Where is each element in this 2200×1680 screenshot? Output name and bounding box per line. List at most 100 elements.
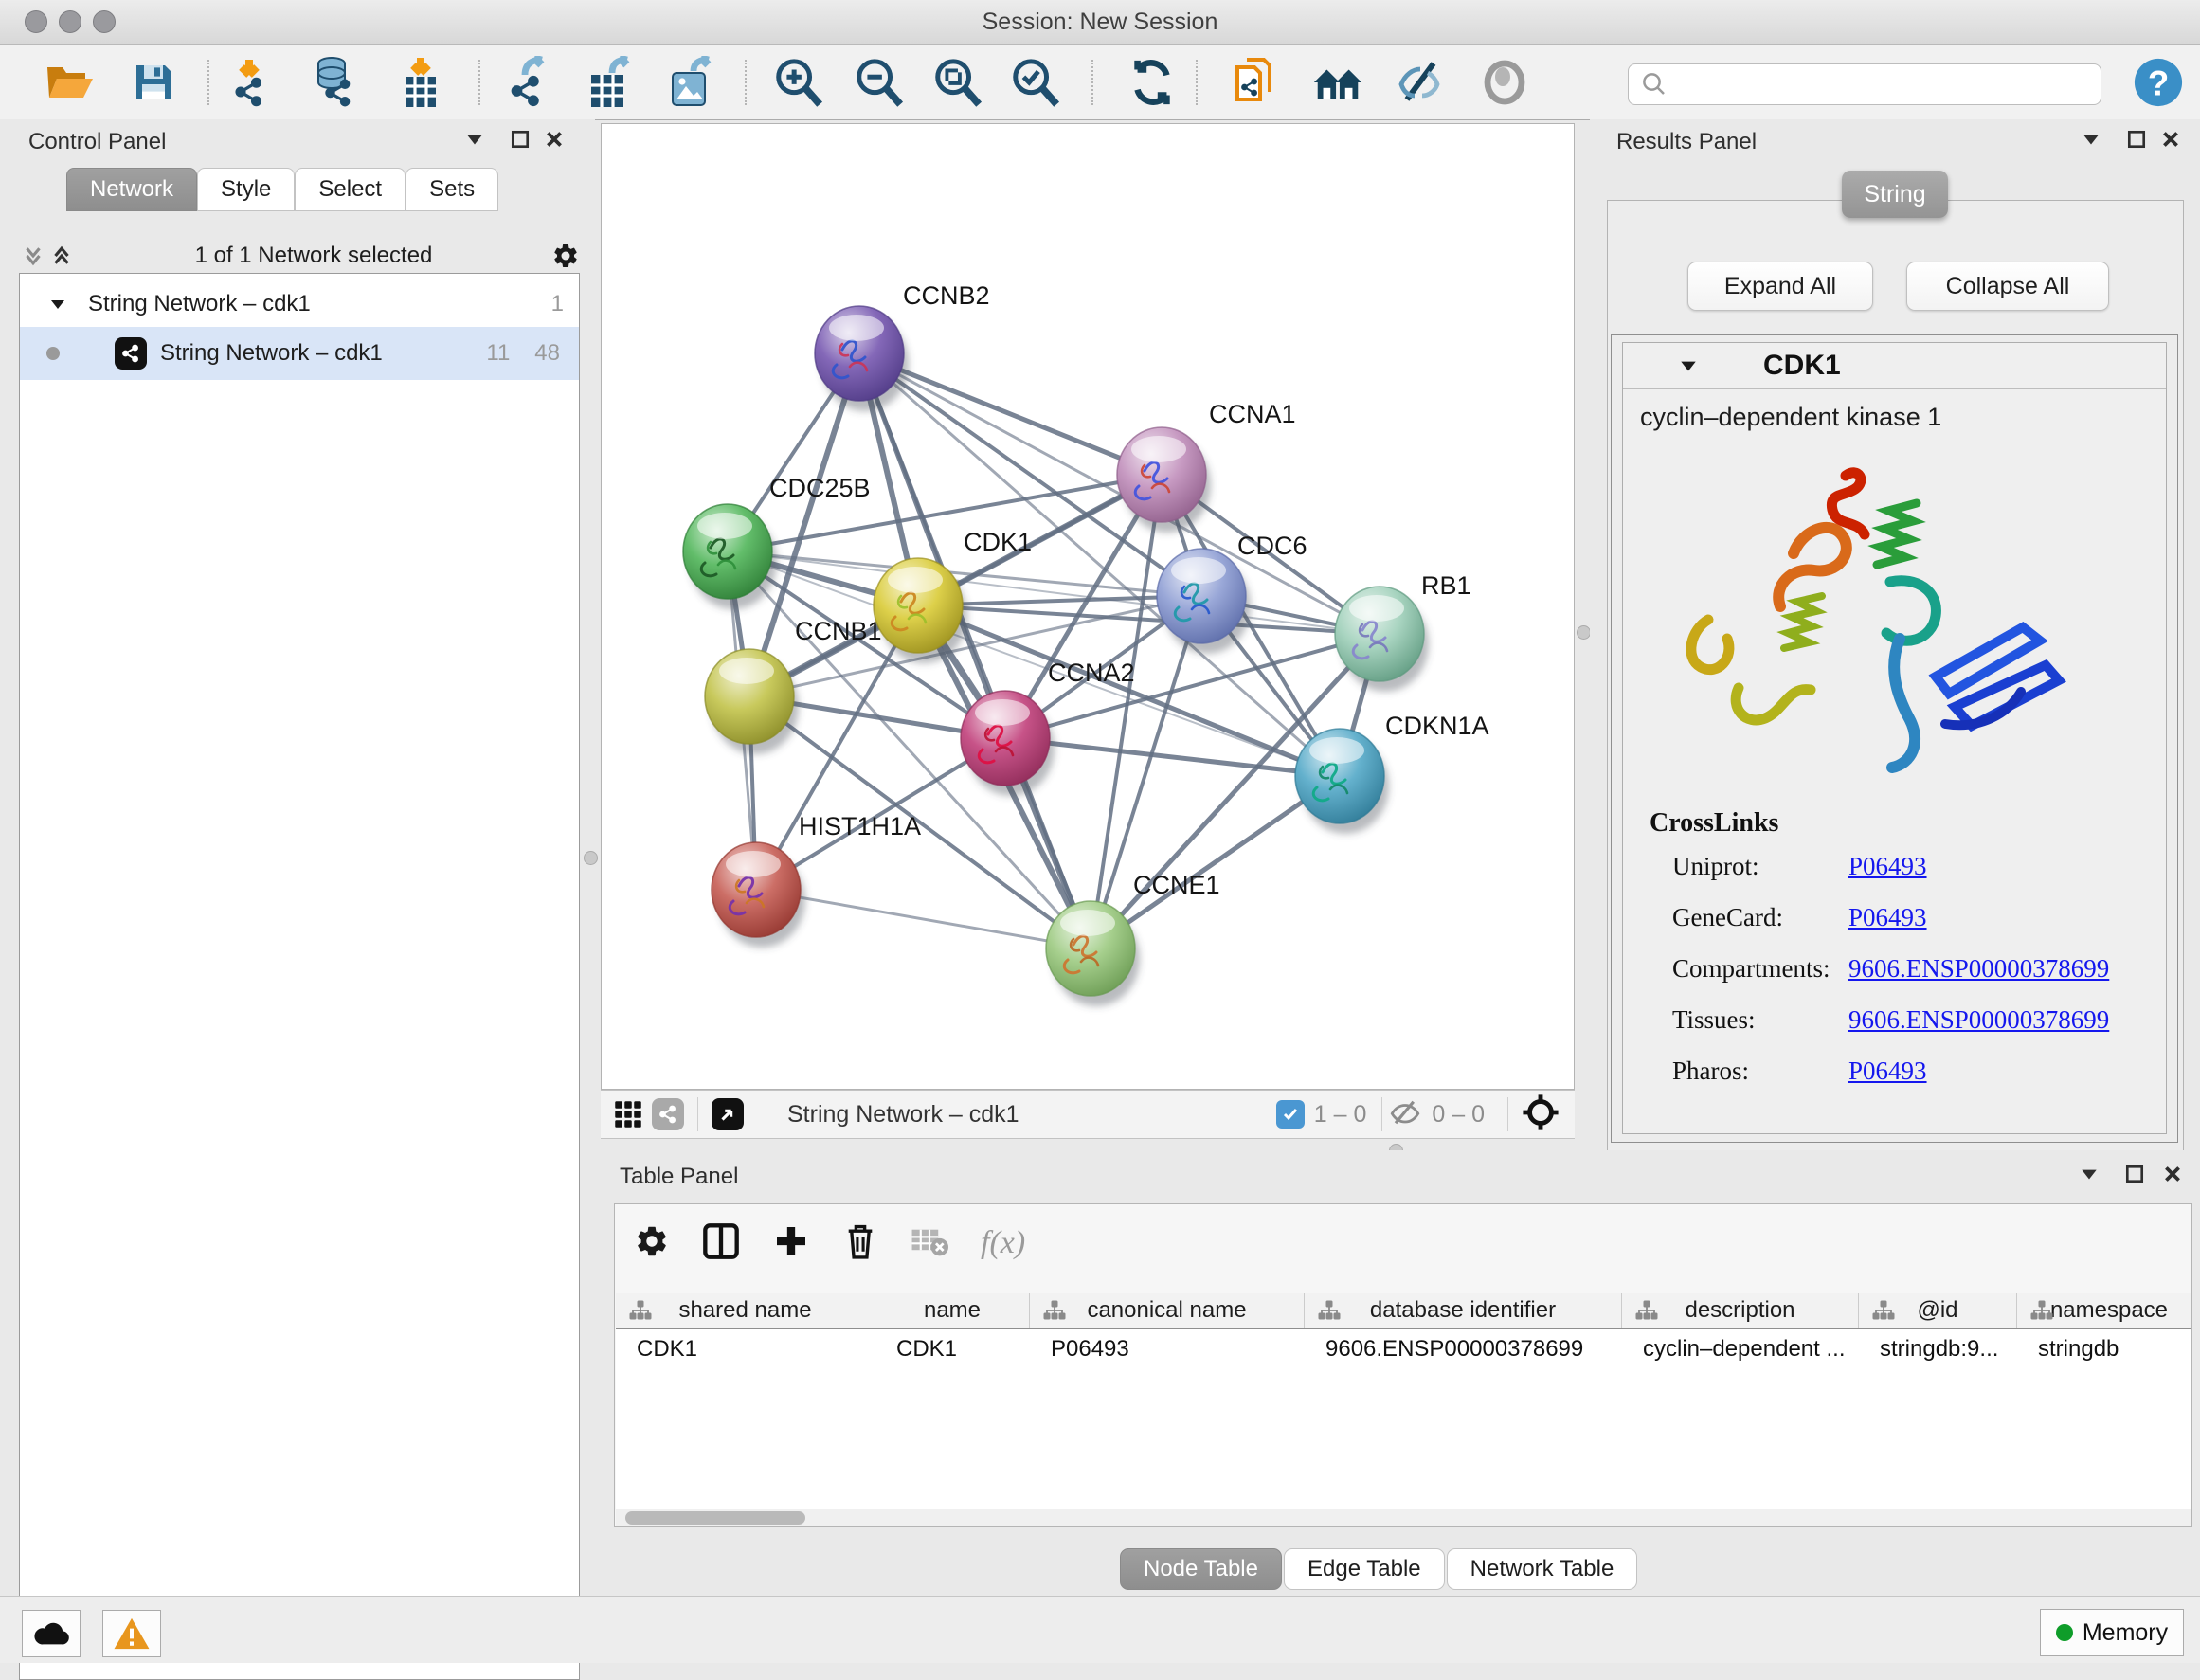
show-hide-graphics-details-button[interactable] (1394, 54, 1451, 111)
table-panel-menu-icon[interactable] (2075, 1160, 2103, 1188)
network-node-CCNB1[interactable]: CCNB1 (705, 617, 882, 754)
delete-column-icon[interactable] (842, 1222, 878, 1265)
tab-string[interactable]: String (1842, 171, 1948, 218)
memory-button[interactable]: Memory (2040, 1609, 2184, 1656)
table-cell[interactable]: 9606.ENSP00000378699 (1305, 1336, 1622, 1363)
network-node-RB1[interactable]: RB1 (1335, 571, 1471, 692)
crosslink-link[interactable]: 9606.ENSP00000378699 (1848, 1005, 2109, 1035)
network-node-HIST1H1A[interactable]: HIST1H1A (712, 812, 921, 948)
table-options-gear-icon[interactable] (634, 1223, 670, 1264)
column-header-description[interactable]: description (1622, 1293, 1859, 1328)
import-table-button[interactable] (392, 54, 449, 111)
collapse-all-button[interactable]: Collapse All (1906, 262, 2109, 311)
network-node-label-CCNB1: CCNB1 (795, 617, 882, 645)
tab-node-table[interactable]: Node Table (1120, 1548, 1282, 1590)
export-table-button[interactable] (582, 54, 639, 111)
table-hscrollbar[interactable] (616, 1509, 2191, 1526)
table-tabs: Node TableEdge TableNetwork Table (1120, 1548, 1639, 1590)
column-header-name[interactable]: name (875, 1293, 1030, 1328)
table-cell[interactable]: CDK1 (875, 1336, 1030, 1363)
network-node-CCNA1[interactable]: CCNA1 (1117, 400, 1296, 533)
expand-all-networks-icon[interactable] (47, 242, 76, 270)
table-cell[interactable]: P06493 (1030, 1336, 1305, 1363)
right-splitter-handle[interactable] (1577, 625, 1591, 640)
help-button[interactable]: ? (2130, 54, 2187, 111)
zoom-in-button[interactable] (769, 54, 826, 111)
collapse-all-networks-icon[interactable] (19, 242, 47, 270)
column-header-namespace[interactable]: namespace (2017, 1293, 2191, 1328)
collection-collapse-icon[interactable] (48, 295, 67, 314)
home-button[interactable] (1309, 54, 1366, 111)
crosslink-row: Tissues:9606.ENSP00000378699 (1672, 1005, 2166, 1043)
export-network-button[interactable] (500, 54, 557, 111)
export-image-button[interactable] (661, 54, 718, 111)
fit-selected-crosshair-icon[interactable] (1522, 1093, 1560, 1136)
tab-network-table[interactable]: Network Table (1447, 1548, 1638, 1590)
grid-view-icon[interactable] (614, 1100, 642, 1129)
add-column-icon[interactable] (772, 1222, 810, 1265)
tab-sets[interactable]: Sets (406, 168, 498, 211)
table-cell[interactable]: cyclin–dependent ... (1622, 1336, 1859, 1363)
network-node-label-HIST1H1A: HIST1H1A (799, 812, 921, 840)
results-panel-float-icon[interactable] (2122, 125, 2151, 154)
import-network-file-button[interactable] (223, 54, 280, 111)
crosslink-link[interactable]: P06493 (1848, 1057, 1927, 1086)
selected-checkbox-icon[interactable] (1276, 1100, 1305, 1129)
cloud-status-button[interactable] (22, 1610, 81, 1657)
tab-style[interactable]: Style (197, 168, 295, 211)
import-network-database-button[interactable] (305, 54, 362, 111)
birds-eye-open-icon[interactable] (712, 1098, 744, 1130)
control-panel-menu-icon[interactable] (460, 125, 489, 154)
tab-select[interactable]: Select (295, 168, 406, 211)
tab-network[interactable]: Network (66, 168, 197, 211)
network-collection-row[interactable]: String Network – cdk1 1 (20, 281, 579, 327)
birds-eye-toggle-button[interactable] (1476, 54, 1533, 111)
crosslink-link[interactable]: P06493 (1848, 852, 1927, 881)
network-options-gear-icon[interactable] (551, 242, 580, 270)
results-panel-close-icon[interactable] (2156, 125, 2185, 154)
search-input[interactable] (1674, 71, 2101, 98)
network-row-selected[interactable]: String Network – cdk1 11 48 (20, 327, 579, 380)
hidden-eye-icon[interactable] (1388, 1098, 1422, 1131)
network-selection-status: 1 of 1 Network selected (76, 243, 551, 269)
column-header--id[interactable]: @id (1859, 1293, 2017, 1328)
zoom-selected-button[interactable] (1006, 54, 1063, 111)
zoom-out-button[interactable] (850, 54, 907, 111)
save-session-button[interactable] (125, 54, 182, 111)
open-session-button[interactable] (42, 54, 99, 111)
table-panel-close-icon[interactable] (2158, 1160, 2187, 1188)
network-from-selection-button[interactable] (1228, 54, 1285, 111)
column-header-shared-name[interactable]: shared name (616, 1293, 875, 1328)
protein-collapse-icon[interactable] (1678, 355, 1699, 376)
tab-edge-table[interactable]: Edge Table (1284, 1548, 1445, 1590)
column-header-database-identifier[interactable]: database identifier (1305, 1293, 1622, 1328)
network-canvas[interactable]: CCNB2CCNA1CDC25BCDK1CDC6RB1CCNB1CCNA2CDK… (601, 123, 1575, 1090)
network-node-CDC6[interactable]: CDC6 (1157, 532, 1307, 654)
table-cell[interactable]: CDK1 (616, 1336, 875, 1363)
table-cell[interactable]: stringdb (2017, 1336, 2191, 1363)
table-panel-float-icon[interactable] (2120, 1160, 2149, 1188)
left-splitter-handle[interactable] (584, 851, 598, 865)
expand-all-button[interactable]: Expand All (1687, 262, 1873, 311)
network-node-CCNE1[interactable]: CCNE1 (1046, 871, 1220, 1006)
node-table[interactable]: shared namenamecanonical namedatabase id… (616, 1293, 2191, 1509)
warnings-button[interactable] (102, 1610, 161, 1657)
network-edge-HIST1H1A-CCNE1[interactable] (756, 890, 1091, 948)
crosslink-link[interactable]: 9606.ENSP00000378699 (1848, 954, 2109, 984)
table-cell[interactable]: stringdb:9... (1859, 1336, 2017, 1363)
table-hscrollbar-thumb[interactable] (625, 1511, 805, 1525)
zoom-fit-button[interactable] (929, 54, 985, 111)
results-panel-menu-icon[interactable] (2077, 125, 2105, 154)
crosslink-link[interactable]: P06493 (1848, 903, 1927, 932)
network-node-CDKN1A[interactable]: CDKN1A (1295, 712, 1489, 834)
column-header-canonical-name[interactable]: canonical name (1030, 1293, 1305, 1328)
network-view-type-icon[interactable] (652, 1098, 684, 1130)
control-panel-float-icon[interactable] (506, 125, 534, 154)
table-row[interactable]: CDK1CDK1P064939606.ENSP00000378699cyclin… (616, 1329, 2191, 1369)
protein-card-header[interactable]: CDK1 (1623, 343, 2166, 389)
apply-layout-button[interactable] (1124, 54, 1181, 111)
network-graph[interactable]: CCNB2CCNA1CDC25BCDK1CDC6RB1CCNB1CCNA2CDK… (602, 124, 1574, 1089)
control-panel-close-icon[interactable] (540, 125, 568, 154)
show-columns-icon[interactable] (702, 1222, 740, 1265)
search-box[interactable] (1628, 63, 2101, 105)
